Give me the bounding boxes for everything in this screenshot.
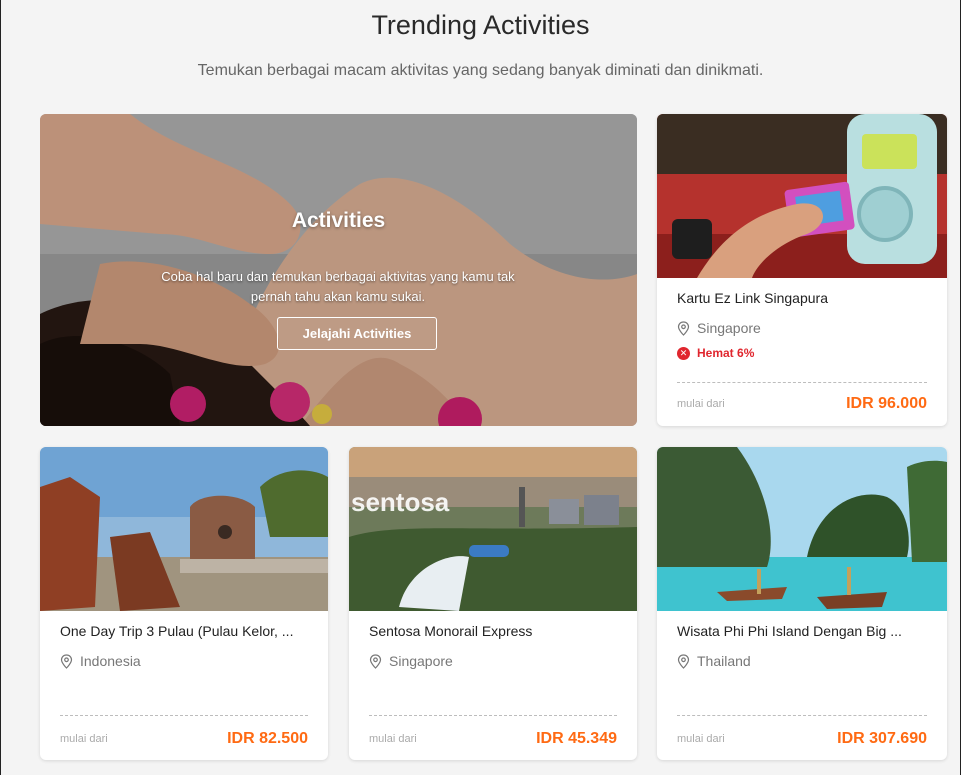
activity-price: IDR 307.690 [837, 730, 927, 747]
activity-image: sentosa [349, 447, 637, 611]
hero-title: Activities [291, 209, 386, 232]
activity-location: Thailand [677, 653, 751, 669]
section-title: Trending Activities [371, 10, 590, 40]
activity-image [657, 114, 947, 278]
price-prefix: mulai dari [677, 398, 725, 410]
activity-card[interactable]: Kartu Ez Link Singapura Singapore ✕ Hema… [657, 114, 947, 426]
activity-price: IDR 82.500 [227, 730, 308, 747]
activity-name: One Day Trip 3 Pulau (Pulau Kelor, ... [60, 623, 294, 639]
location-label: Singapore [697, 320, 761, 336]
price-divider [369, 715, 617, 716]
map-pin-icon [677, 320, 690, 336]
activity-location: Singapore [677, 320, 761, 336]
map-pin-icon [677, 653, 690, 669]
activity-name: Kartu Ez Link Singapura [677, 290, 828, 306]
activity-location: Singapore [369, 653, 453, 669]
price-divider [677, 715, 927, 716]
activity-price: IDR 45.349 [536, 730, 617, 747]
price-prefix: mulai dari [60, 733, 108, 745]
location-label: Singapore [389, 653, 453, 669]
sentosa-sign: sentosa [351, 487, 450, 517]
map-pin-icon [60, 653, 73, 669]
activity-image [40, 447, 328, 611]
activity-price: IDR 96.000 [846, 395, 927, 412]
activity-card[interactable]: Wisata Phi Phi Island Dengan Big ... Tha… [657, 447, 947, 760]
price-prefix: mulai dari [677, 733, 725, 745]
discount-badge-icon: ✕ [677, 346, 690, 360]
price-divider [677, 382, 927, 383]
ez-link-card-photo [657, 114, 947, 278]
activity-card[interactable]: sentosa Sentosa Monorail Express Singapo… [349, 447, 637, 760]
activity-location: Indonesia [60, 653, 141, 669]
activities-hero-banner[interactable]: Activities Coba hal baru dan temukan ber… [40, 114, 637, 426]
phi-phi-island-photo [657, 447, 947, 611]
location-label: Thailand [697, 653, 751, 669]
sentosa-monorail-photo: sentosa [349, 447, 637, 611]
price-prefix: mulai dari [369, 733, 417, 745]
promo-label: Hemat 6% [697, 346, 755, 360]
location-label: Indonesia [80, 653, 141, 669]
section-subtitle: Temukan berbagai macam aktivitas yang se… [197, 62, 764, 79]
activity-card[interactable]: One Day Trip 3 Pulau (Pulau Kelor, ... I… [40, 447, 328, 760]
hero-description: Coba hal baru dan temukan berbagai aktiv… [161, 269, 515, 304]
activity-image [657, 447, 947, 611]
map-pin-icon [369, 653, 382, 669]
promo-badge: ✕ Hemat 6% [677, 346, 754, 360]
activity-name: Wisata Phi Phi Island Dengan Big ... [677, 623, 902, 639]
activity-name: Sentosa Monorail Express [369, 623, 533, 639]
island-ruins-photo [40, 447, 328, 611]
explore-activities-button[interactable]: Jelajahi Activities [277, 317, 437, 350]
price-divider [60, 715, 308, 716]
